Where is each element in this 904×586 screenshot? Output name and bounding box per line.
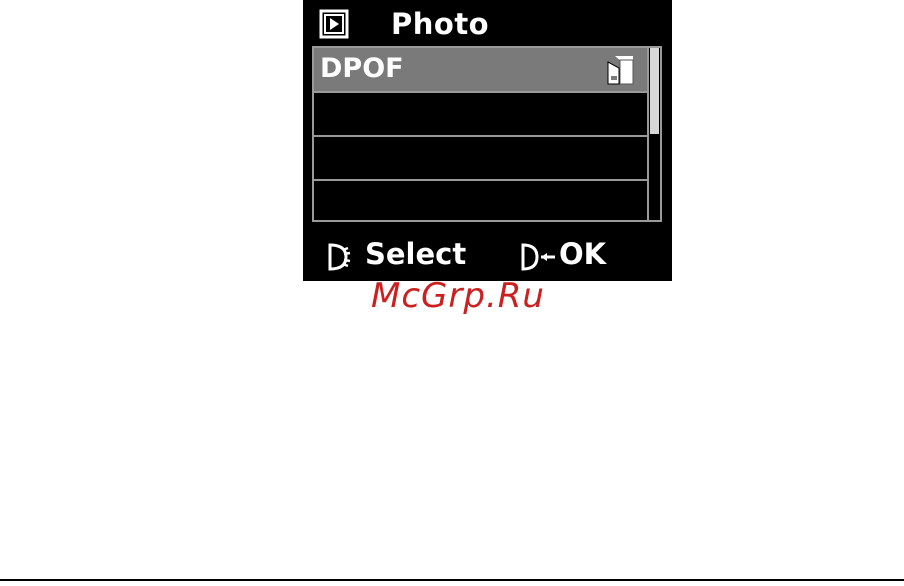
shutter-ok-icon bbox=[521, 243, 555, 271]
menu-list: DPOF bbox=[312, 46, 649, 222]
memory-card-icon bbox=[607, 56, 634, 85]
menu-item-dpof[interactable]: DPOF bbox=[314, 48, 647, 91]
scrollbar[interactable] bbox=[649, 46, 662, 222]
menu-item-empty[interactable] bbox=[314, 93, 647, 136]
menu-header: Photo bbox=[303, 0, 672, 46]
page-divider bbox=[0, 579, 904, 581]
menu-item-empty[interactable] bbox=[314, 181, 647, 220]
menu-item-label: DPOF bbox=[320, 53, 404, 84]
button-hints: Select OK bbox=[303, 232, 672, 278]
scrollbar-thumb[interactable] bbox=[650, 48, 659, 134]
select-hint-label: Select bbox=[365, 237, 467, 271]
dial-icon bbox=[328, 243, 351, 271]
watermark: McGrp.Ru bbox=[371, 276, 545, 316]
ok-hint-label: OK bbox=[559, 237, 607, 271]
camera-lcd-screen: Photo DPOF Select OK bbox=[303, 0, 672, 281]
menu-item-empty[interactable] bbox=[314, 137, 647, 180]
play-icon bbox=[319, 9, 349, 39]
page-title: Photo bbox=[391, 7, 490, 41]
